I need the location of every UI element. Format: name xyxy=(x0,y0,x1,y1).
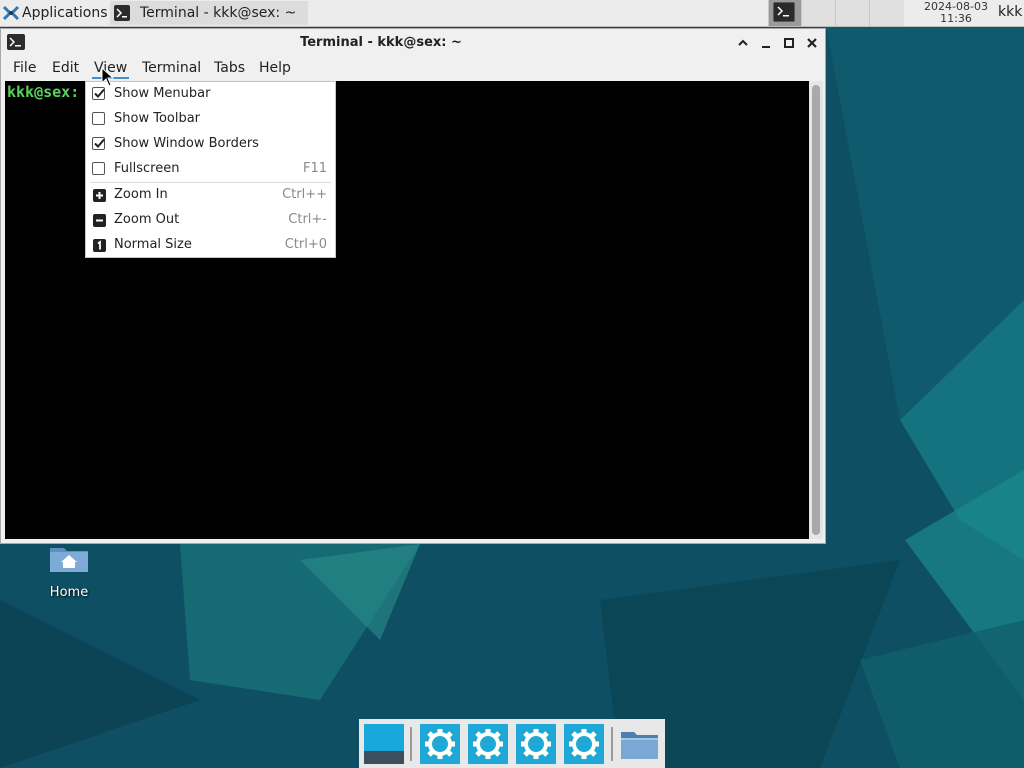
menu-item-label: Show Window Borders xyxy=(114,136,259,151)
window-title: Terminal - kkk@sex: ~ xyxy=(300,35,462,50)
menu-item-label: Normal Size xyxy=(114,237,192,252)
settings-gear-icon[interactable] xyxy=(420,724,460,764)
menu-item-zoom-out[interactable]: Zoom Out Ctrl+- xyxy=(86,208,335,233)
desktop-icon-label: Home xyxy=(49,585,89,600)
shell-prompt: kkk@sex: xyxy=(7,83,80,101)
settings-gear-icon[interactable] xyxy=(564,724,604,764)
dock-separator xyxy=(611,727,613,761)
menubar: File Edit View Terminal Tabs Help xyxy=(1,57,825,81)
top-panel: Applications Terminal - kkk@sex: ~ 2024-… xyxy=(0,0,1024,27)
zoom-in-icon xyxy=(93,189,106,202)
workspace-3-button[interactable] xyxy=(835,0,869,26)
home-folder-icon xyxy=(50,548,88,572)
window-titlebar[interactable]: Terminal - kkk@sex: ~ xyxy=(1,29,825,57)
terminal-icon xyxy=(114,5,130,21)
minimize-window-button[interactable] xyxy=(758,35,774,51)
menu-item-fullscreen[interactable]: Fullscreen F11 xyxy=(86,157,335,182)
menu-item-label: Show Toolbar xyxy=(114,111,201,126)
menu-item-label: Zoom Out xyxy=(114,212,180,227)
menu-item-shortcut: F11 xyxy=(302,161,327,176)
file-manager-folder-icon[interactable] xyxy=(620,724,660,764)
show-desktop-icon[interactable] xyxy=(364,724,404,764)
scrollbar-thumb[interactable] xyxy=(812,85,820,535)
menu-item-label: Fullscreen xyxy=(114,161,180,176)
menu-item-shortcut: Ctrl++ xyxy=(282,187,327,202)
view-menu-dropdown: Show Menubar Show Toolbar Show Window Bo… xyxy=(85,81,336,258)
applications-menu-button[interactable]: Applications xyxy=(0,0,108,26)
checkbox-unchecked-icon xyxy=(92,162,105,175)
menu-item-show-menubar[interactable]: Show Menubar xyxy=(86,82,335,107)
desktop-icon-home[interactable]: Home xyxy=(38,544,100,608)
panel-clock[interactable]: 2024-08-03 11:36 xyxy=(906,0,1006,26)
menu-item-shortcut: Ctrl+0 xyxy=(284,237,327,252)
mouse-pointer-icon xyxy=(101,67,115,87)
workspace-2-button[interactable] xyxy=(801,0,835,26)
zoom-out-icon xyxy=(93,214,106,227)
normal-size-icon xyxy=(93,239,106,252)
bottom-dock xyxy=(359,719,665,768)
taskbar-item-terminal[interactable]: Terminal - kkk@sex: ~ xyxy=(110,1,308,25)
menu-item-show-window-borders[interactable]: Show Window Borders xyxy=(86,132,335,157)
taskbar-item-label: Terminal - kkk@sex: ~ xyxy=(140,5,297,21)
close-window-button[interactable] xyxy=(804,35,820,51)
maximize-window-button[interactable] xyxy=(781,35,797,51)
checkbox-checked-icon xyxy=(92,137,105,150)
user-menu-label[interactable]: kkk xyxy=(998,4,1022,20)
dock-separator xyxy=(410,727,412,761)
menu-file[interactable]: File xyxy=(11,60,38,76)
terminal-scrollbar[interactable] xyxy=(809,81,823,539)
checkbox-checked-icon xyxy=(92,87,105,100)
clock-time: 11:36 xyxy=(940,12,972,25)
menu-item-show-toolbar[interactable]: Show Toolbar xyxy=(86,107,335,132)
menu-item-zoom-in[interactable]: Zoom In Ctrl++ xyxy=(86,183,335,208)
shade-window-button[interactable] xyxy=(735,35,751,51)
settings-gear-icon[interactable] xyxy=(468,724,508,764)
menu-help[interactable]: Help xyxy=(257,60,293,76)
menu-tabs[interactable]: Tabs xyxy=(212,60,247,76)
menu-item-shortcut: Ctrl+- xyxy=(288,212,327,227)
menu-item-label: Zoom In xyxy=(114,187,168,202)
xfce-logo-icon xyxy=(2,5,20,21)
menu-item-label: Show Menubar xyxy=(114,86,211,101)
menu-edit[interactable]: Edit xyxy=(50,60,81,76)
checkbox-unchecked-icon xyxy=(92,112,105,125)
settings-gear-icon[interactable] xyxy=(516,724,556,764)
menu-item-normal-size[interactable]: Normal Size Ctrl+0 xyxy=(86,233,335,258)
menu-terminal[interactable]: Terminal xyxy=(140,60,203,76)
applications-label: Applications xyxy=(22,5,108,21)
terminal-icon xyxy=(773,2,795,22)
workspace-1-button[interactable] xyxy=(768,0,801,26)
workspace-4-button[interactable] xyxy=(869,0,904,26)
